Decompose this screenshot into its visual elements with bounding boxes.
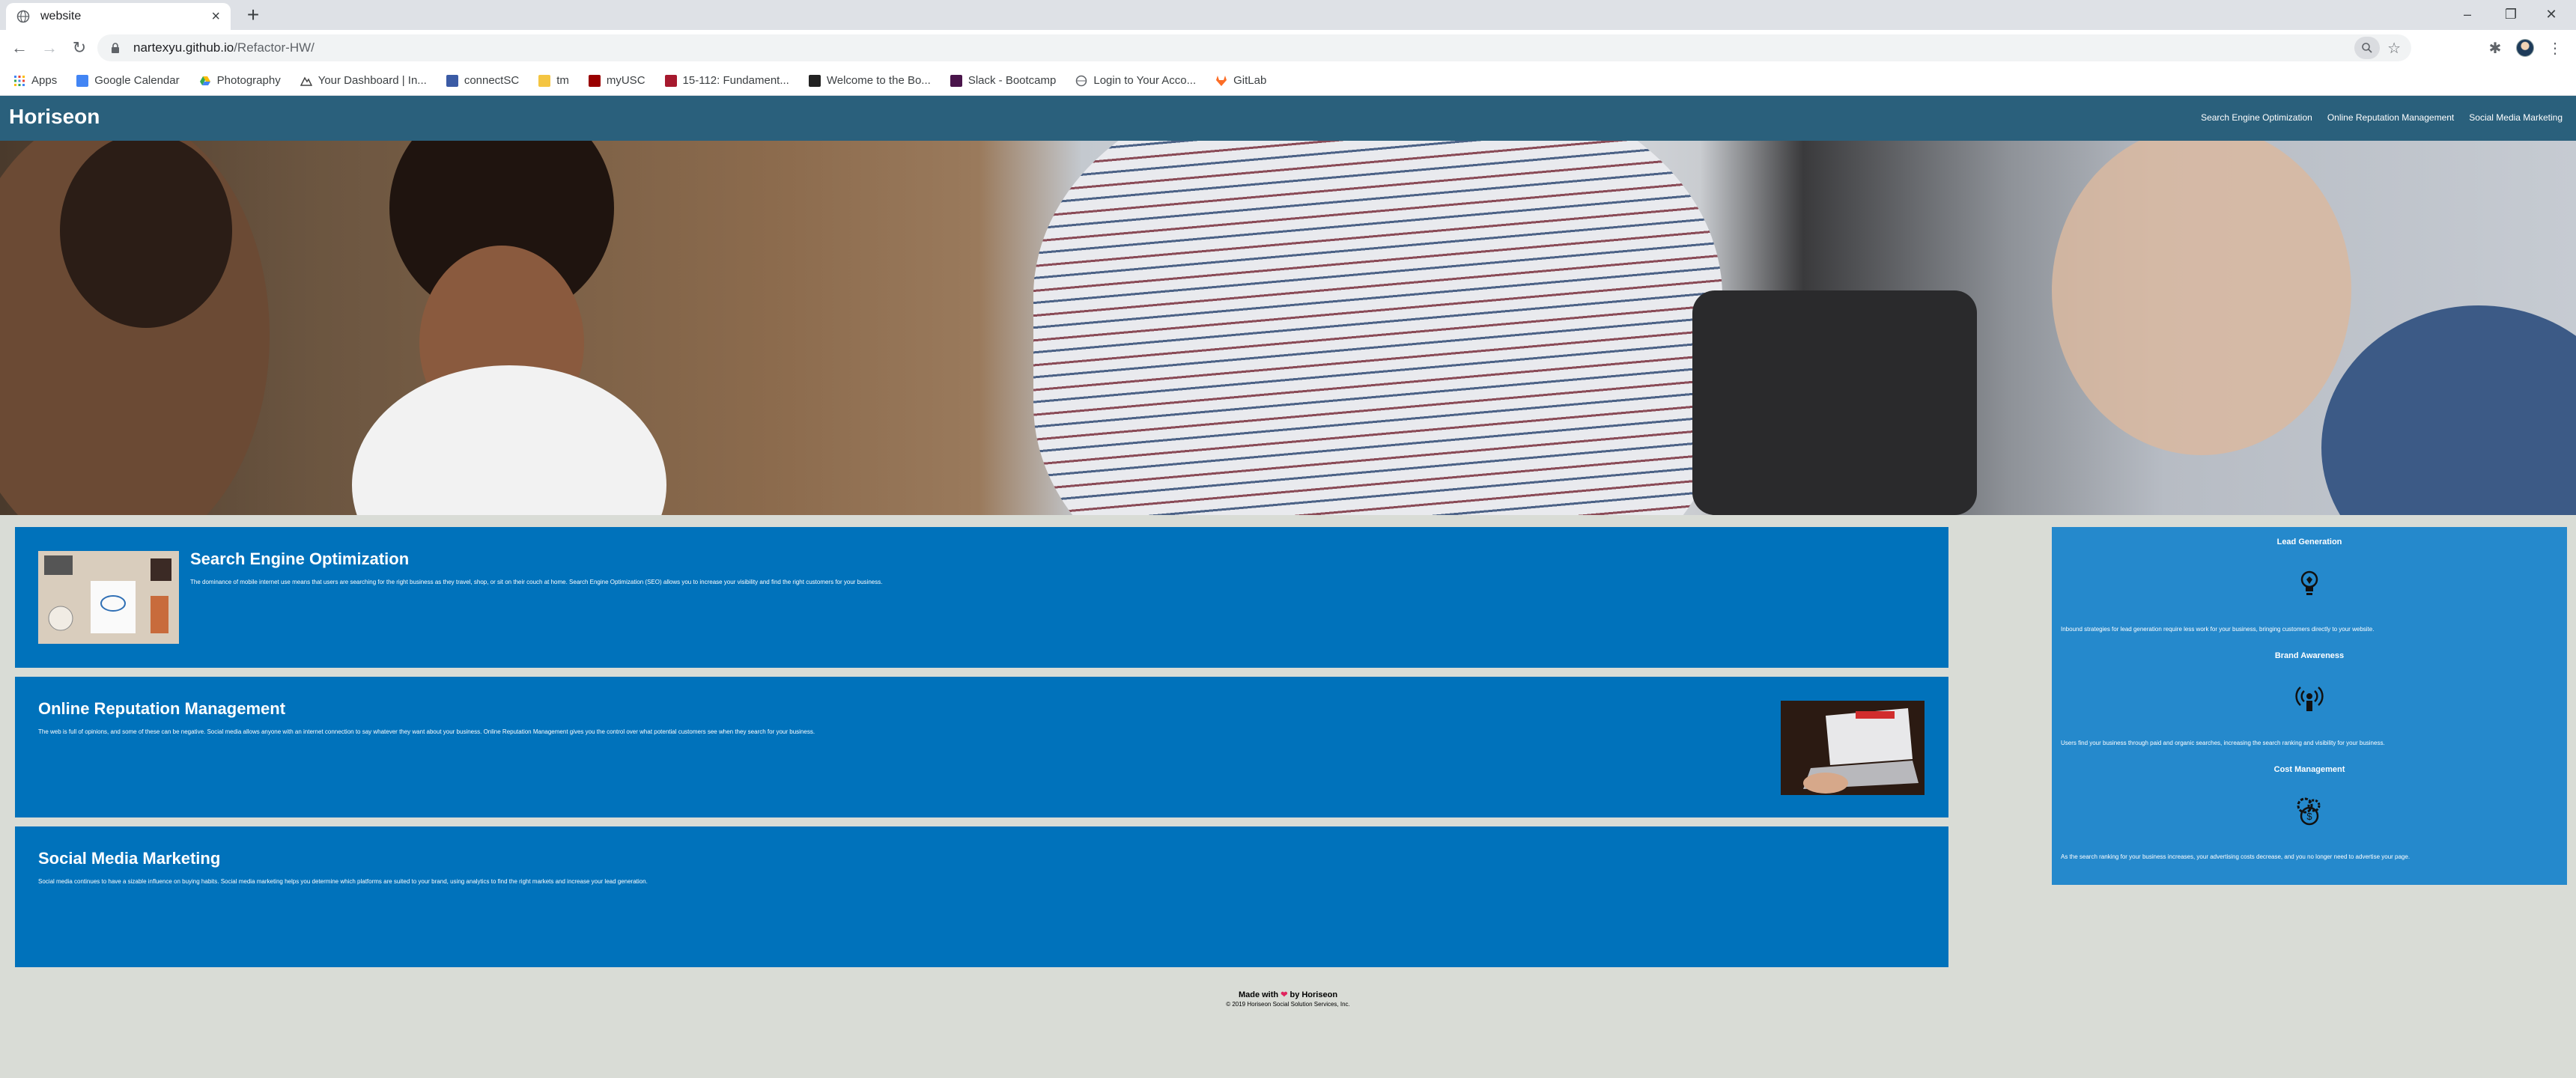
broadcast-icon — [2295, 686, 2324, 711]
nav-link-seo[interactable]: Search Engine Optimization — [2201, 112, 2312, 123]
bookmark-label: GitLab — [1233, 74, 1267, 87]
zoom-icon[interactable] — [2354, 37, 2381, 59]
close-tab-icon[interactable]: × — [211, 9, 220, 24]
connectsc-icon — [446, 74, 458, 87]
bookmark-label: tm — [556, 74, 569, 87]
footer-made-prefix: Made with — [1238, 990, 1279, 999]
bookmark-welcome[interactable]: Welcome to the Bo... — [808, 74, 931, 87]
bookmark-label: myUSC — [606, 74, 645, 87]
back-arrow-icon[interactable]: ← — [7, 36, 31, 60]
bookmark-label: Login to Your Acco... — [1093, 74, 1197, 87]
seo-image — [38, 551, 179, 644]
bookmark-label: 15-112: Fundament... — [682, 74, 789, 87]
site-nav: Search Engine Optimization Online Reputa… — [2186, 112, 2563, 123]
bookmark-label: Google Calendar — [94, 74, 180, 87]
benefits-sidebar: Lead Generation Inbound strategies for l… — [2052, 527, 2567, 885]
card-title: Social Media Marketing — [38, 849, 221, 868]
gitlab-icon — [1216, 75, 1227, 86]
bookmark-photography[interactable]: Photography — [199, 74, 281, 87]
avatar — [2516, 39, 2534, 57]
benefit-text: As the search ranking for your business … — [2061, 853, 2411, 860]
bookmark-label: Your Dashboard | In... — [318, 74, 427, 87]
new-tab-button[interactable]: + — [241, 3, 265, 27]
extensions-puzzle-icon[interactable]: ✱ — [2483, 36, 2507, 60]
bookmark-15-112[interactable]: 15-112: Fundament... — [664, 74, 789, 87]
nav-link-social[interactable]: Social Media Marketing — [2469, 112, 2563, 123]
url-path: /Refactor-HW/ — [234, 40, 315, 55]
bookmark-gitlab[interactable]: GitLab — [1215, 74, 1266, 87]
footer-made-with: Made with ❤ by Horiseon — [0, 990, 2576, 999]
bookmark-myusc[interactable]: myUSC — [588, 74, 645, 87]
bookmark-apps[interactable]: Apps — [13, 74, 57, 87]
drive-icon — [199, 76, 210, 85]
site-footer: Made with ❤ by Horiseon © 2019 Horiseon … — [0, 990, 2576, 1008]
slack-icon — [950, 74, 962, 87]
profile-avatar[interactable] — [2513, 36, 2537, 60]
heart-icon: ❤ — [1281, 990, 1288, 999]
browser-tab[interactable]: website × — [6, 3, 231, 30]
browser-toolbar: ← → ↻ nartexyu.github.io/Refactor-HW/ ☆ … — [0, 30, 2576, 66]
card-text: The dominance of mobile internet use mea… — [190, 579, 883, 585]
bookmark-tm[interactable]: tm — [538, 74, 569, 87]
bookmark-label: Welcome to the Bo... — [826, 74, 931, 87]
footer-copyright: © 2019 Horiseon Social Solution Services… — [1226, 1001, 1350, 1008]
cmu-icon — [664, 74, 677, 87]
bookmark-label: Apps — [31, 74, 58, 87]
benefit-text: Inbound strategies for lead generation r… — [2061, 626, 2375, 633]
bookmarks-bar: Apps Google Calendar Photography Your Da… — [0, 66, 2576, 96]
forward-arrow-icon[interactable]: → — [37, 36, 61, 60]
folder-icon — [538, 74, 551, 87]
benefit-title: Cost Management — [2273, 765, 2345, 774]
mountain-icon — [300, 76, 312, 86]
card-text: Social media continues to have a sizable… — [38, 878, 648, 885]
apps-grid-icon — [14, 75, 25, 86]
card-text: The web is full of opinions, and some of… — [38, 728, 815, 735]
bookmark-label: Slack - Bootcamp — [967, 74, 1057, 87]
benefit-title: Lead Generation — [2276, 538, 2342, 546]
bookmark-login[interactable]: Login to Your Acco... — [1075, 74, 1196, 87]
lock-icon — [112, 43, 119, 53]
reputation-laptop-image — [1781, 701, 1925, 795]
content-card-social: Social Media Marketing Social media cont… — [15, 826, 1948, 967]
calendar-icon — [76, 74, 89, 87]
nav-link-reputation[interactable]: Online Reputation Management — [2327, 112, 2454, 123]
content-card-seo: Search Engine Optimization The dominance… — [15, 527, 1948, 668]
url-host: nartexyu.github.io — [133, 40, 234, 55]
content-card-reputation: Online Reputation Management The web is … — [15, 677, 1948, 817]
book-icon — [808, 74, 821, 87]
site-logo[interactable]: Horiseon — [9, 105, 100, 129]
minimize-button[interactable]: – — [2450, 3, 2485, 25]
bookmark-label: connectSC — [464, 74, 520, 87]
close-window-button[interactable]: ✕ — [2534, 3, 2569, 25]
reload-icon[interactable]: ↻ — [67, 36, 91, 60]
footer-made-suffix: by Horiseon — [1289, 990, 1338, 999]
card-title: Search Engine Optimization — [190, 549, 410, 568]
menu-kebab-icon[interactable]: ⋮ — [2543, 36, 2567, 60]
usc-icon — [588, 74, 601, 87]
bookmark-google-calendar[interactable]: Google Calendar — [76, 74, 180, 87]
bookmark-label: Photography — [216, 74, 281, 87]
svg-text:$: $ — [2306, 811, 2312, 822]
card-title: Online Reputation Management — [38, 699, 286, 718]
bookmark-dashboard[interactable]: Your Dashboard | In... — [300, 74, 427, 87]
hero-image — [0, 141, 2576, 515]
browser-tab-bar: website × + – ❐ ✕ — [0, 0, 2576, 30]
globe-icon — [16, 10, 30, 23]
globe-icon — [1076, 75, 1087, 86]
bookmark-star-icon[interactable]: ☆ — [2387, 39, 2401, 58]
bookmark-slack[interactable]: Slack - Bootcamp — [950, 74, 1057, 87]
gears-money-icon: $ — [2297, 797, 2321, 826]
tab-title: website — [40, 10, 82, 22]
bookmark-connectsc[interactable]: connectSC — [446, 74, 519, 87]
address-bar[interactable]: nartexyu.github.io/Refactor-HW/ ☆ — [97, 34, 2411, 61]
benefit-title: Brand Awareness — [2274, 651, 2345, 660]
restore-button[interactable]: ❐ — [2494, 3, 2528, 25]
benefit-text: Users find your business through paid an… — [2061, 740, 2385, 746]
site-header: Horiseon Search Engine Optimization Onli… — [0, 96, 2576, 141]
lightbulb-icon — [2300, 570, 2318, 595]
